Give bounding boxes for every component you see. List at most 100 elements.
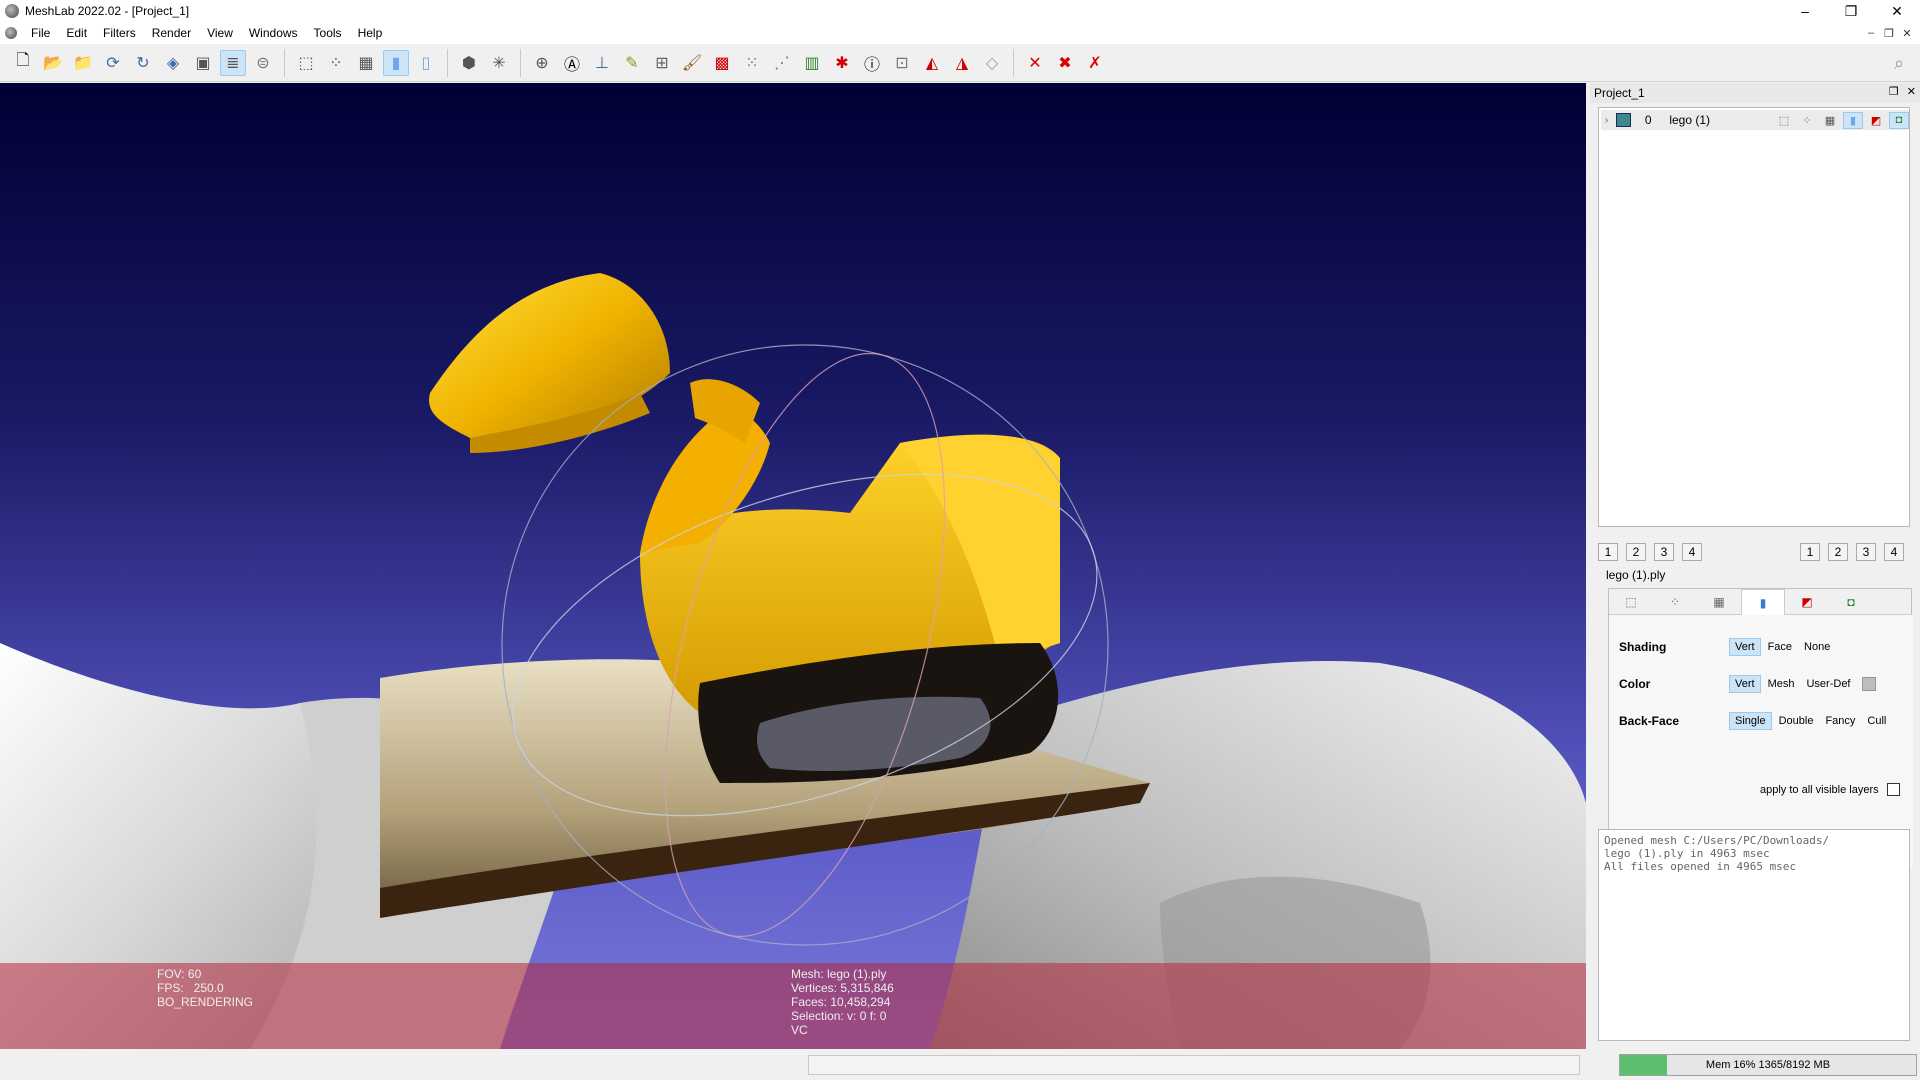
points-icon[interactable]: ⁘ [323, 50, 349, 76]
wireframe-icon[interactable]: ▦ [353, 50, 379, 76]
layers-icon[interactable]: ≣ [220, 49, 246, 76]
select-connected-icon[interactable]: ◮ [949, 50, 975, 76]
shading-label: Shading [1619, 640, 1667, 654]
search-icon[interactable]: ⌕ [1886, 50, 1912, 76]
num-button-3[interactable]: 3 [1856, 543, 1876, 561]
backface-cull-option[interactable]: Cull [1862, 712, 1891, 730]
3d-viewport[interactable]: FOV: 60 FPS: 250.0 BO_RENDERING Mesh: le… [0, 83, 1586, 1049]
num-button-2[interactable]: 2 [1828, 543, 1848, 561]
selection-icon[interactable]: ◘ [1889, 111, 1909, 129]
delete-all-icon[interactable]: ✗ [1082, 50, 1108, 76]
shading-face-option[interactable]: Face [1763, 638, 1797, 656]
mdi-minimize-button[interactable]: – [1862, 27, 1880, 39]
tab-texture-icon[interactable]: ◩ [1785, 589, 1829, 615]
tab-fill-icon[interactable]: ▮ [1741, 589, 1785, 615]
color-swatch[interactable] [1861, 677, 1876, 691]
measure-icon[interactable]: ⊥ [589, 50, 615, 76]
menu-windows[interactable]: Windows [241, 22, 306, 44]
menu-edit[interactable]: Edit [58, 22, 95, 44]
num-button-2[interactable]: 2 [1626, 543, 1646, 561]
tab-wireframe-icon[interactable]: ▦ [1697, 589, 1741, 615]
axis-icon[interactable]: ✳ [486, 50, 512, 76]
color-mesh-option[interactable]: Mesh [1763, 675, 1800, 693]
minimize-button[interactable]: – [1782, 0, 1828, 22]
visibility-icon[interactable] [1616, 113, 1632, 127]
close-button[interactable]: ✕ [1874, 0, 1920, 22]
trackball-icon[interactable]: ⊕ [529, 50, 555, 76]
mdi-close-button[interactable]: ✕ [1898, 27, 1916, 40]
color-vert-option[interactable]: Vert [1729, 675, 1761, 693]
tab-selection-icon[interactable]: ◘ [1829, 589, 1873, 615]
new-project-icon[interactable]: 🗋 [10, 50, 36, 76]
log-line: All files opened in 4965 msec [1604, 860, 1797, 873]
backface-double-option[interactable]: Double [1774, 712, 1819, 730]
reload-icon[interactable]: ⟳ [100, 50, 126, 76]
faces-text: Faces: 10,458,294 [791, 995, 891, 1009]
annotation-icon[interactable]: Ⓐ [559, 50, 585, 76]
select-vertices-icon[interactable]: ⁙ [739, 50, 765, 76]
align-icon[interactable]: ⊞ [649, 50, 675, 76]
select-region-icon[interactable]: ◇ [979, 50, 1005, 76]
dock-close-button[interactable]: ✕ [1907, 85, 1916, 98]
open-mesh-icon[interactable]: 📁 [70, 50, 96, 76]
num-button-4[interactable]: 4 [1682, 543, 1702, 561]
render-info: FOV: 60 FPS: 250.0 BO_RENDERING [157, 967, 253, 1009]
points-icon[interactable]: ⁘ [1797, 112, 1817, 129]
tab-points-icon[interactable]: ⁘ [1653, 589, 1697, 615]
save-icon[interactable]: ◈ [160, 50, 186, 76]
log-line: Opened mesh C:/Users/PC/Downloads/ [1604, 834, 1830, 847]
bbox-icon[interactable]: ⬚ [1774, 112, 1794, 129]
num-button-4[interactable]: 4 [1884, 543, 1904, 561]
dock-float-button[interactable]: ❐ [1889, 85, 1899, 98]
render-mode-text: BO_RENDERING [157, 995, 254, 1009]
backface-fancy-option[interactable]: Fancy [1820, 712, 1860, 730]
pickpoints-icon[interactable]: ✎ [619, 50, 645, 76]
chevron-right-icon[interactable]: › [1601, 115, 1612, 126]
layer-name[interactable]: lego (1) [1659, 113, 1762, 127]
snapshot-icon[interactable]: ▣ [190, 50, 216, 76]
raster-layers-icon[interactable]: ⊜ [250, 50, 276, 76]
mesh-name-text: Mesh: lego (1).ply [791, 967, 887, 981]
fill-icon[interactable]: ▮ [1843, 111, 1863, 129]
layer-row[interactable]: › 0 lego (1) ⬚ ⁘ ▦ ▮ ◩ ◘ [1601, 110, 1909, 130]
num-button-3[interactable]: 3 [1654, 543, 1674, 561]
decimate-icon[interactable]: ⬢ [456, 50, 482, 76]
delete-vertices-icon[interactable]: ✕ [1022, 50, 1048, 76]
menu-render[interactable]: Render [144, 22, 199, 44]
color-userdef-option[interactable]: User-Def [1801, 675, 1855, 693]
document-icon[interactable] [5, 27, 17, 39]
select-faces-icon[interactable]: ⋰ [769, 50, 795, 76]
menu-help[interactable]: Help [350, 22, 391, 44]
shading-vert-option[interactable]: Vert [1729, 638, 1761, 656]
delete-faces-icon[interactable]: ✖ [1052, 50, 1078, 76]
paint-icon[interactable]: 🖌 [679, 50, 705, 76]
num-button-1[interactable]: 1 [1800, 543, 1820, 561]
backface-single-option[interactable]: Single [1729, 712, 1772, 730]
reload-all-icon[interactable]: ↻ [130, 50, 156, 76]
bbox-icon[interactable]: ⬚ [293, 50, 319, 76]
select-icon[interactable]: ◭ [919, 50, 945, 76]
info-icon[interactable]: ⓘ [859, 50, 885, 76]
toolbar-separator [1013, 48, 1014, 77]
shading-none-option[interactable]: None [1799, 638, 1835, 656]
open-project-icon[interactable]: 📂 [40, 50, 66, 76]
backface-label: Back-Face [1619, 714, 1680, 728]
flat-shading-icon[interactable]: ▮ [383, 49, 409, 76]
edit-icon[interactable]: ⊡ [889, 50, 915, 76]
tab-bbox-icon[interactable]: ⬚ [1609, 589, 1653, 615]
color-icon[interactable]: ▥ [799, 50, 825, 76]
log-panel[interactable]: Opened mesh C:/Users/PC/Downloads/ lego … [1598, 829, 1910, 1041]
restore-button[interactable]: ❐ [1828, 0, 1874, 22]
fix-icon[interactable]: ✱ [829, 50, 855, 76]
menu-tools[interactable]: Tools [306, 22, 350, 44]
smooth-icon[interactable]: ▯ [413, 50, 439, 76]
wireframe-icon[interactable]: ▦ [1820, 112, 1840, 129]
menu-filters[interactable]: Filters [95, 22, 144, 44]
menu-view[interactable]: View [199, 22, 241, 44]
texture-icon[interactable]: ◩ [1866, 112, 1886, 129]
menu-file[interactable]: File [23, 22, 58, 44]
apply-all-checkbox[interactable] [1886, 783, 1900, 796]
mdi-restore-button[interactable]: ❐ [1880, 27, 1898, 40]
painting-icon[interactable]: ▩ [709, 50, 735, 76]
num-button-1[interactable]: 1 [1598, 543, 1618, 561]
